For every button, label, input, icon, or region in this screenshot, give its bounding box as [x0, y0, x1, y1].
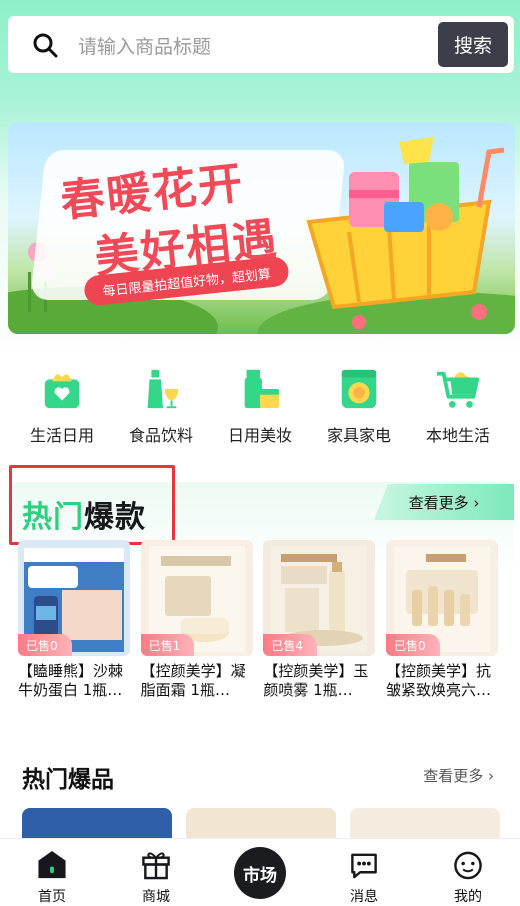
sold-count-badge: 已售0 — [18, 634, 72, 656]
category-row: 生活日用 食品饮料 日用美妆 家具家电 本地生活 — [14, 366, 506, 446]
nav-messages[interactable]: 消息 — [312, 839, 416, 906]
search-button[interactable]: 搜索 — [438, 22, 508, 67]
sold-count-badge: 已售4 — [263, 634, 317, 656]
nav-mall-label: 商城 — [142, 889, 170, 905]
product-card[interactable]: 已售4 【控颜美学】玉颜喷雾 1瓶… — [263, 540, 376, 700]
category-daily-goods[interactable]: 生活日用 — [14, 366, 110, 446]
category-label: 食品饮料 — [128, 426, 193, 445]
nav-home-label: 首页 — [38, 889, 66, 905]
nav-mine-label: 我的 — [454, 889, 482, 905]
product-card[interactable]: 已售0 【瞌睡熊】沙棘牛奶蛋白 1瓶… — [18, 540, 130, 700]
product-card[interactable]: 已售1 【控颜美学】凝脂面霜 1瓶… — [140, 540, 253, 700]
hot-section-more-link[interactable]: 查看更多 › — [374, 484, 514, 520]
appliance-icon — [341, 369, 377, 409]
product-name: 【控颜美学】抗皱紧致焕亮六… — [385, 662, 491, 699]
profile-face-icon — [454, 851, 482, 880]
category-label: 日用美妆 — [227, 426, 292, 445]
hot-products-title: 热门爆品 — [22, 767, 114, 793]
product-name: 【控颜美学】玉颜喷雾 1瓶… — [263, 662, 369, 699]
cosmetics-icon — [244, 369, 280, 409]
highlight-box — [9, 465, 175, 545]
bottom-navigation: 首页 商城 市场 消息 我的 — [0, 838, 520, 906]
nav-home[interactable]: 首页 — [0, 839, 104, 906]
category-label: 本地生活 — [425, 426, 490, 445]
gift-box-icon — [142, 852, 170, 880]
search-input[interactable]: 请输入商品标题 — [78, 32, 211, 59]
product-image: 已售0 — [385, 540, 498, 656]
product-list: 已售0 【瞌睡熊】沙棘牛奶蛋白 1瓶… 已售1 【控颜美学】凝脂面霜 1瓶… 已… — [18, 540, 498, 700]
category-label: 生活日用 — [29, 426, 94, 445]
nav-market[interactable]: 市场 — [208, 839, 312, 906]
sold-count-badge: 已售1 — [140, 634, 195, 656]
promo-banner[interactable]: 春暖花开 美好相遇 每日限量拍超值好物，超划算 — [8, 122, 515, 334]
food-drink-icon — [147, 369, 179, 409]
hot-products-more-link[interactable]: 查看更多 › — [423, 765, 494, 786]
category-label: 家具家电 — [326, 426, 391, 445]
product-name: 【控颜美学】凝脂面霜 1瓶… — [140, 662, 246, 699]
nav-messages-label: 消息 — [350, 889, 378, 905]
category-cosmetics[interactable]: 日用美妆 — [212, 366, 308, 446]
nav-mine[interactable]: 我的 — [416, 839, 520, 906]
search-icon — [33, 33, 58, 58]
shopping-basket-icon — [306, 137, 505, 329]
product-image: 已售1 — [140, 540, 253, 656]
home-icon — [38, 850, 66, 879]
sold-count-badge: 已售0 — [385, 634, 440, 656]
nav-mall[interactable]: 商城 — [104, 839, 208, 906]
product-name: 【瞌睡熊】沙棘牛奶蛋白 1瓶… — [18, 662, 124, 699]
category-appliance[interactable]: 家具家电 — [311, 366, 407, 446]
search-bar[interactable]: 请输入商品标题 搜索 — [8, 16, 514, 73]
daily-goods-icon — [44, 374, 80, 409]
product-image: 已售4 — [263, 540, 376, 656]
category-local-life[interactable]: 本地生活 — [410, 366, 506, 446]
product-card[interactable]: 已售0 【控颜美学】抗皱紧致焕亮六… — [385, 540, 498, 700]
message-icon — [351, 853, 377, 879]
product-image: 已售0 — [18, 540, 130, 656]
category-food-drink[interactable]: 食品饮料 — [113, 366, 209, 446]
local-life-icon — [436, 371, 480, 408]
market-button[interactable]: 市场 — [234, 847, 286, 899]
